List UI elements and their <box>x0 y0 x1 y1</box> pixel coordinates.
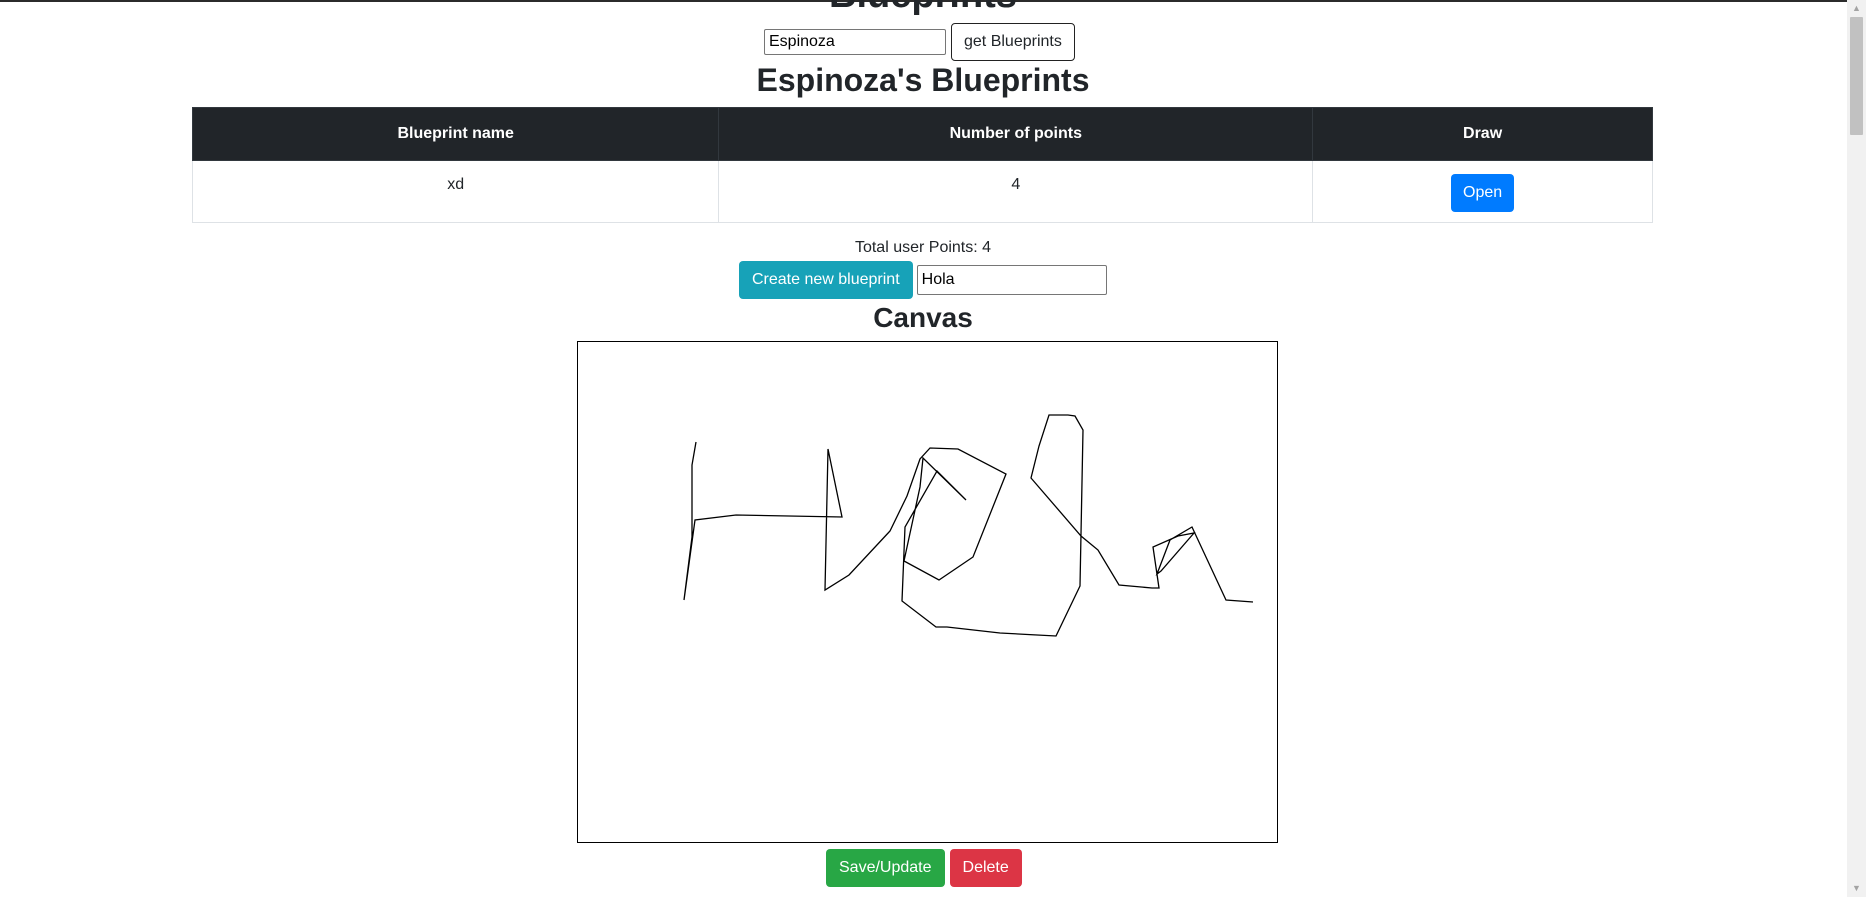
save-update-button[interactable]: Save/Update <box>826 849 945 887</box>
column-header-name: Blueprint name <box>191 107 720 161</box>
canvas-title: Canvas <box>873 302 973 333</box>
chevron-up-icon[interactable]: ▲ <box>1847 0 1866 17</box>
create-blueprint-button[interactable]: Create new blueprint <box>739 261 913 299</box>
blueprints-table: Blueprint name Number of points Draw xd … <box>191 107 1653 223</box>
drawing-canvas[interactable] <box>577 341 1278 843</box>
blueprint-points-cell: 4 <box>718 160 1314 223</box>
blueprint-draw-cell: Open <box>1312 160 1653 223</box>
total-points-label: Total user Points: 4 <box>854 239 992 256</box>
open-blueprint-button[interactable]: Open <box>1451 174 1515 212</box>
page-title: Blueprints <box>0 0 1846 14</box>
new-blueprint-name-input[interactable] <box>916 265 1107 295</box>
vertical-scrollbar[interactable]: ▲ ▼ <box>1847 0 1866 897</box>
drawing-stroke <box>683 414 1254 637</box>
canvas-actions: Save/Update Delete <box>826 849 1022 887</box>
table-row: xd 4 Open <box>191 160 1653 223</box>
table-header-row: Blueprint name Number of points Draw <box>191 107 1653 161</box>
blueprints-heading: Espinoza's Blueprints <box>756 62 1090 98</box>
get-blueprints-button[interactable]: get Blueprints <box>951 23 1075 61</box>
chevron-down-icon[interactable]: ▼ <box>1847 880 1866 897</box>
author-input[interactable] <box>764 29 946 55</box>
page-content: Blueprints get Blueprints Espinoza's Blu… <box>0 0 1846 897</box>
create-blueprint-row: Create new blueprint <box>739 261 1107 299</box>
author-search-row: get Blueprints <box>764 23 1075 61</box>
canvas-drawing <box>683 414 1254 637</box>
column-header-points: Number of points <box>718 107 1314 161</box>
column-header-draw: Draw <box>1312 107 1653 161</box>
scrollbar-thumb[interactable] <box>1850 17 1863 135</box>
delete-button[interactable]: Delete <box>949 849 1022 887</box>
blueprint-name-cell: xd <box>191 160 720 223</box>
